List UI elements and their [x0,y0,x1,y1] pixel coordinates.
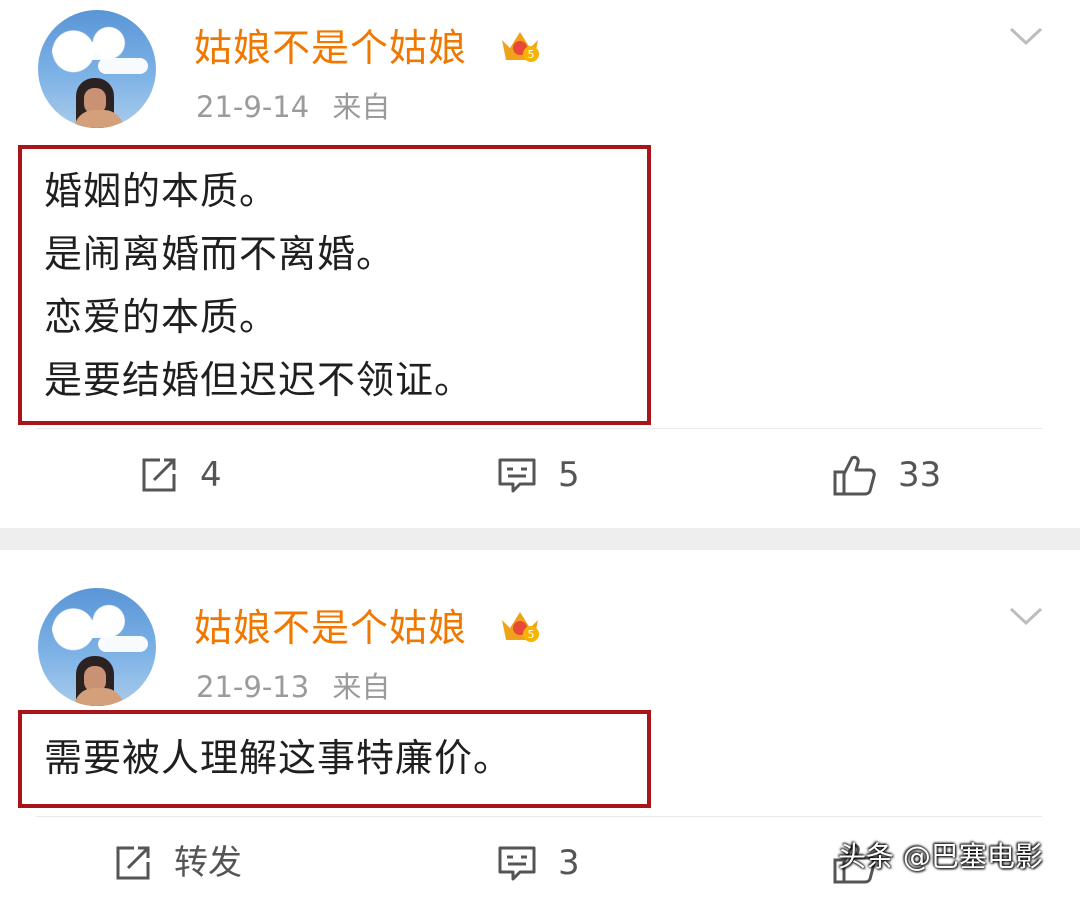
comment-icon [498,846,536,881]
post-meta: 21-9-14 来自 [196,90,390,124]
post-text-line: 是闹离婚而不离婚。 [44,232,396,276]
chevron-down-icon[interactable] [1008,26,1044,46]
comment-button[interactable]: 5 [496,454,580,496]
avatar[interactable] [38,10,156,128]
post-date: 21-9-13 [196,670,310,704]
like-button[interactable]: 33 [832,452,941,498]
post-date: 21-9-14 [196,90,310,124]
post-meta: 21-9-13 来自 [196,670,390,704]
comment-icon [498,458,536,493]
chevron-down-icon[interactable] [1008,606,1044,626]
post-source: 来自 [332,670,391,704]
repost-icon [116,846,150,880]
post-source: 来自 [332,90,391,124]
like-icon [833,455,876,496]
comment-count: 5 [558,455,580,495]
crown-level: 5 [528,628,535,641]
repost-button[interactable]: 转发 [112,842,242,884]
divider [36,816,1042,817]
highlighted-text-box: 婚姻的本质。 是闹离婚而不离婚。 恋爱的本质。 是要结婚但迟迟不领证。 [18,145,651,425]
post-text-line: 恋爱的本质。 [44,295,279,339]
watermark: 头条 @巴塞电影 [838,840,1043,873]
highlighted-text-box: 需要被人理解这事特廉价。 [18,710,651,808]
post-separator [0,528,1080,550]
comment-count: 3 [558,843,580,883]
repost-count: 4 [200,455,222,495]
like-count: 33 [898,455,942,495]
username[interactable]: 姑娘不是个姑娘 [194,26,467,70]
avatar[interactable] [38,588,156,706]
repost-label: 转发 [174,843,242,883]
post-text-line: 是要结婚但迟迟不领证。 [44,358,474,402]
repost-icon [142,458,176,492]
crown-level: 5 [528,48,535,61]
comment-button[interactable]: 3 [496,842,580,884]
post-text-line: 需要被人理解这事特廉价。 [44,736,513,780]
post-text-line: 婚姻的本质。 [44,169,279,213]
crown-icon: 5 [502,32,539,62]
repost-button[interactable]: 4 [138,454,222,496]
divider [36,428,1042,429]
username[interactable]: 姑娘不是个姑娘 [194,606,467,650]
crown-icon: 5 [502,612,539,642]
weibo-post-1: 姑娘不是个姑娘 5 21-9-14 来自 婚姻的本质。 是闹离婚而不离婚。 恋爱… [0,0,1080,528]
